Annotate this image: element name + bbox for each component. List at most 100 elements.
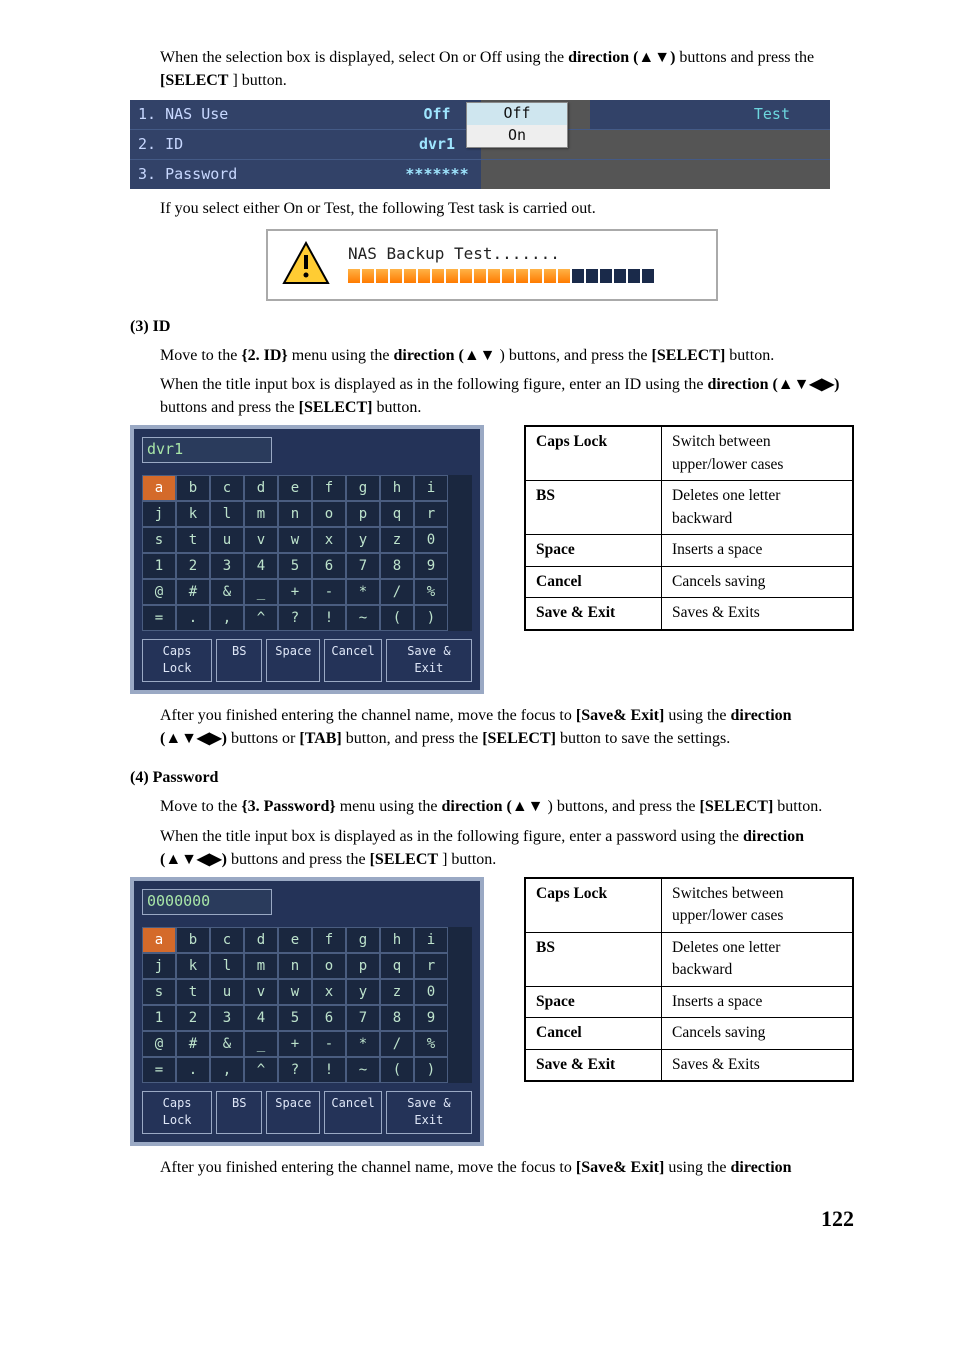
key-0[interactable]: 0 xyxy=(414,979,448,1005)
key-5[interactable]: 5 xyxy=(278,553,312,579)
key-t[interactable]: t xyxy=(176,527,210,553)
key-=[interactable]: = xyxy=(142,1057,176,1083)
key-3[interactable]: 3 xyxy=(210,1005,244,1031)
key-g[interactable]: g xyxy=(346,927,380,953)
save-exit-button[interactable]: Save & Exit xyxy=(386,1091,472,1134)
key-f[interactable]: f xyxy=(312,927,346,953)
space-button[interactable]: Space xyxy=(266,1091,320,1134)
key-4[interactable]: 4 xyxy=(244,1005,278,1031)
key-e[interactable]: e xyxy=(278,927,312,953)
key-6[interactable]: 6 xyxy=(312,1005,346,1031)
key-x[interactable]: x xyxy=(312,527,346,553)
key-e[interactable]: e xyxy=(278,475,312,501)
space-button[interactable]: Space xyxy=(266,639,320,682)
cancel-button[interactable]: Cancel xyxy=(324,639,381,682)
key-=[interactable]: = xyxy=(142,605,176,631)
key-*[interactable]: * xyxy=(346,1031,380,1057)
onscreen-keyboard-id[interactable]: dvr1 abcdefghijklmnopqrstuvwxyz012345678… xyxy=(130,425,484,694)
key-^[interactable]: ^ xyxy=(244,605,278,631)
key-8[interactable]: 8 xyxy=(380,553,414,579)
dropdown-option-on[interactable]: On xyxy=(467,125,567,147)
key-v[interactable]: v xyxy=(244,979,278,1005)
key-~[interactable]: ~ xyxy=(346,1057,380,1083)
key-![interactable]: ! xyxy=(312,1057,346,1083)
key-w[interactable]: w xyxy=(278,527,312,553)
key-l[interactable]: l xyxy=(210,501,244,527)
key--[interactable]: - xyxy=(312,1031,346,1057)
key-3[interactable]: 3 xyxy=(210,553,244,579)
key-k[interactable]: k xyxy=(176,501,210,527)
key--[interactable]: - xyxy=(312,579,346,605)
key-x[interactable]: x xyxy=(312,979,346,1005)
key-+[interactable]: + xyxy=(278,1031,312,1057)
key-d[interactable]: d xyxy=(244,475,278,501)
key-z[interactable]: z xyxy=(380,527,414,553)
key-([interactable]: ( xyxy=(380,1057,414,1083)
key-s[interactable]: s xyxy=(142,979,176,1005)
password-row[interactable]: 3. Password ******* xyxy=(130,159,830,189)
key-([interactable]: ( xyxy=(380,605,414,631)
key-q[interactable]: q xyxy=(380,501,414,527)
key-i[interactable]: i xyxy=(414,475,448,501)
key-*[interactable]: * xyxy=(346,579,380,605)
key-![interactable]: ! xyxy=(312,605,346,631)
key-7[interactable]: 7 xyxy=(346,1005,380,1031)
key-o[interactable]: o xyxy=(312,953,346,979)
key-i[interactable]: i xyxy=(414,927,448,953)
cancel-button[interactable]: Cancel xyxy=(324,1091,381,1134)
key-r[interactable]: r xyxy=(414,501,448,527)
key-l[interactable]: l xyxy=(210,953,244,979)
capslock-button[interactable]: Caps Lock xyxy=(142,1091,212,1134)
key-_[interactable]: _ xyxy=(244,1031,278,1057)
key-4[interactable]: 4 xyxy=(244,553,278,579)
backspace-button[interactable]: BS xyxy=(216,1091,262,1134)
key-n[interactable]: n xyxy=(278,953,312,979)
key-5[interactable]: 5 xyxy=(278,1005,312,1031)
key-7[interactable]: 7 xyxy=(346,553,380,579)
nas-use-dropdown[interactable]: Off On xyxy=(466,102,568,148)
key-#[interactable]: # xyxy=(176,579,210,605)
key-k[interactable]: k xyxy=(176,953,210,979)
key-6[interactable]: 6 xyxy=(312,553,346,579)
key-r[interactable]: r xyxy=(414,953,448,979)
key-m[interactable]: m xyxy=(244,501,278,527)
key-_[interactable]: _ xyxy=(244,579,278,605)
key-a[interactable]: a xyxy=(142,475,176,501)
key-@[interactable]: @ xyxy=(142,1031,176,1057)
key-u[interactable]: u xyxy=(210,527,244,553)
key-w[interactable]: w xyxy=(278,979,312,1005)
key-h[interactable]: h xyxy=(380,475,414,501)
password-input-field[interactable]: 0000000 xyxy=(142,889,272,915)
key-0[interactable]: 0 xyxy=(414,527,448,553)
key-a[interactable]: a xyxy=(142,927,176,953)
key-&[interactable]: & xyxy=(210,1031,244,1057)
id-input-field[interactable]: dvr1 xyxy=(142,437,272,463)
key-)[interactable]: ) xyxy=(414,605,448,631)
key-z[interactable]: z xyxy=(380,979,414,1005)
key-~[interactable]: ~ xyxy=(346,605,380,631)
key-h[interactable]: h xyxy=(380,927,414,953)
key-j[interactable]: j xyxy=(142,953,176,979)
key-v[interactable]: v xyxy=(244,527,278,553)
key-/[interactable]: / xyxy=(380,579,414,605)
key-p[interactable]: p xyxy=(346,953,380,979)
key-&[interactable]: & xyxy=(210,579,244,605)
key-)[interactable]: ) xyxy=(414,1057,448,1083)
key-c[interactable]: c xyxy=(210,927,244,953)
key-.[interactable]: . xyxy=(176,605,210,631)
key-n[interactable]: n xyxy=(278,501,312,527)
key-t[interactable]: t xyxy=(176,979,210,1005)
key-,[interactable]: , xyxy=(210,1057,244,1083)
key-j[interactable]: j xyxy=(142,501,176,527)
key-+[interactable]: + xyxy=(278,579,312,605)
key-f[interactable]: f xyxy=(312,475,346,501)
key-1[interactable]: 1 xyxy=(142,1005,176,1031)
key-/[interactable]: / xyxy=(380,1031,414,1057)
key-@[interactable]: @ xyxy=(142,579,176,605)
key-.[interactable]: . xyxy=(176,1057,210,1083)
key-o[interactable]: o xyxy=(312,501,346,527)
save-exit-button[interactable]: Save & Exit xyxy=(386,639,472,682)
key-9[interactable]: 9 xyxy=(414,1005,448,1031)
backspace-button[interactable]: BS xyxy=(216,639,262,682)
key-d[interactable]: d xyxy=(244,927,278,953)
